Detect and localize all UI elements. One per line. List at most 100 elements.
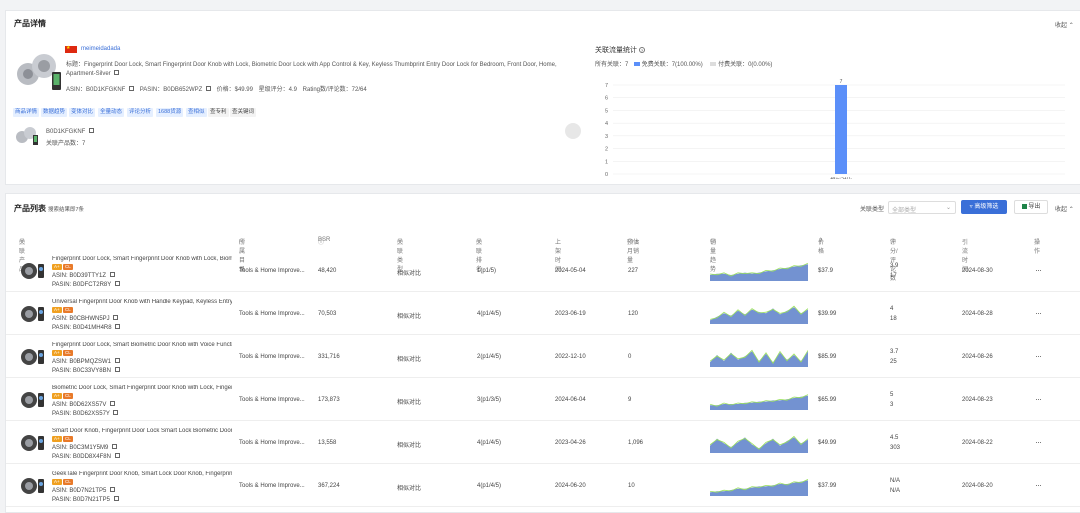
row-lead-date: 2024-08-23 bbox=[962, 397, 993, 403]
col-relation-type[interactable]: 关联类型 ⓘ bbox=[397, 237, 403, 273]
tag-patent-check[interactable]: 查专利 bbox=[208, 108, 229, 117]
product-thumbnail[interactable] bbox=[18, 298, 48, 328]
product-thumbnail[interactable] bbox=[18, 341, 48, 371]
copy-icon[interactable] bbox=[113, 315, 119, 320]
copy-icon[interactable] bbox=[114, 70, 120, 75]
row-monthly-sales[interactable]: 120 bbox=[628, 311, 638, 317]
row-rating[interactable]: 3.9 bbox=[890, 263, 898, 269]
copy-icon[interactable] bbox=[114, 453, 120, 458]
row-price[interactable]: $39.99 bbox=[818, 311, 836, 317]
tag-full-activity[interactable]: 全量动态 bbox=[98, 108, 125, 117]
row-rating[interactable]: 5 bbox=[890, 392, 893, 398]
chevron-up-icon: ⌃ bbox=[1068, 23, 1074, 29]
row-monthly-sales[interactable]: 10 bbox=[628, 483, 635, 489]
copy-icon[interactable] bbox=[112, 444, 118, 449]
product-thumbnail[interactable] bbox=[18, 427, 48, 457]
col-relation-rank[interactable]: 关联排名 ⓘ bbox=[476, 237, 482, 273]
row-sales-sparkline[interactable] bbox=[710, 390, 808, 410]
product-title-link[interactable]: Smart Door Knob, Fingerprint Door Lock S… bbox=[52, 428, 232, 434]
more-dots-icon[interactable]: ··· bbox=[1035, 265, 1042, 275]
product-title-link[interactable]: Universal Fingerprint Door Knob with Han… bbox=[52, 299, 232, 305]
product-image[interactable] bbox=[14, 44, 66, 96]
row-category: Tools & Home Improve... bbox=[239, 268, 305, 274]
product-detail-card: 产品详情 收起 ⌃ ★ meimeidadada 标题：Fingerprint … bbox=[5, 10, 1080, 185]
copy-icon[interactable] bbox=[205, 86, 211, 91]
row-price[interactable]: $85.99 bbox=[818, 354, 836, 360]
traffic-title: 关联流量统计 ? bbox=[595, 47, 645, 54]
row-reviews[interactable]: N/A bbox=[890, 488, 900, 494]
row-price[interactable]: $49.99 bbox=[818, 440, 836, 446]
table-row: Biometric Door Lock, Smart Fingerprint D… bbox=[6, 378, 1080, 421]
tag-find-similar[interactable]: 查相似 bbox=[186, 108, 207, 117]
product-thumbnail[interactable] bbox=[18, 470, 48, 500]
export-button[interactable]: 导出 bbox=[1014, 200, 1048, 214]
more-dots-icon[interactable]: ··· bbox=[1035, 351, 1042, 361]
asin-value: ASIN：B0D1KFGKNF bbox=[66, 87, 126, 93]
row-monthly-sales[interactable]: 0 bbox=[628, 354, 631, 360]
row-sales-sparkline[interactable] bbox=[710, 304, 808, 324]
detail-collapse-button[interactable]: 收起 ⌃ bbox=[1055, 20, 1074, 29]
col-sales-trend[interactable]: 销量趋势 ⓘ bbox=[710, 237, 716, 273]
col-price[interactable]: 价格 ⇕ bbox=[818, 237, 824, 255]
col-category[interactable]: 所属目录 ⓘ bbox=[239, 237, 245, 273]
product-title-link[interactable]: Fingerprint Door Lock, Smart Biometric D… bbox=[52, 342, 232, 348]
variant-count: 关联产品数：7 bbox=[46, 141, 86, 147]
row-monthly-sales[interactable]: 1,096 bbox=[628, 440, 643, 446]
row-reviews[interactable]: 18 bbox=[890, 316, 897, 322]
advanced-filter-button[interactable]: ▿ 高级筛选 bbox=[961, 200, 1007, 214]
row-rating[interactable]: 3.7 bbox=[890, 349, 898, 355]
list-collapse-button[interactable]: 收起 ⌃ bbox=[1055, 204, 1074, 213]
row-sales-sparkline[interactable] bbox=[710, 347, 808, 367]
row-reviews[interactable]: 25 bbox=[890, 359, 897, 365]
row-monthly-sales[interactable]: 227 bbox=[628, 268, 638, 274]
tag-1688-source[interactable]: 1688货源 bbox=[156, 108, 184, 117]
row-rating[interactable]: 4 bbox=[890, 306, 893, 312]
more-dots-icon[interactable]: ··· bbox=[1035, 480, 1042, 490]
row-relation-type: 相似对比 bbox=[397, 400, 422, 406]
copy-icon[interactable] bbox=[114, 281, 120, 286]
col-monthly-sales[interactable]: 预估月销量 ⓘ ⇕ bbox=[627, 237, 640, 264]
col-rating-reviews[interactable]: 评分/评论数 ⓘ bbox=[890, 237, 898, 282]
row-reviews[interactable]: 303 bbox=[890, 445, 900, 451]
tag-review-analysis[interactable]: 评论分析 bbox=[127, 108, 154, 117]
row-reviews[interactable]: 17 bbox=[890, 273, 897, 279]
copy-icon[interactable] bbox=[113, 496, 119, 501]
row-sales-sparkline[interactable] bbox=[710, 476, 808, 496]
row-sales-sparkline[interactable] bbox=[710, 433, 808, 453]
row-sales-sparkline[interactable] bbox=[710, 261, 808, 281]
variant-image[interactable] bbox=[14, 122, 40, 148]
row-price[interactable]: $65.99 bbox=[818, 397, 836, 403]
more-dots-icon[interactable]: ··· bbox=[1035, 308, 1042, 318]
copy-icon[interactable] bbox=[89, 128, 95, 133]
col-related-product[interactable]: 关联产品 ⓘ bbox=[19, 237, 25, 273]
copy-icon[interactable] bbox=[114, 358, 120, 363]
row-monthly-sales[interactable]: 9 bbox=[628, 397, 631, 403]
product-title-link[interactable]: GeekTale Fingerprint Door Knob, Smart Lo… bbox=[52, 471, 232, 477]
col-bsr[interactable]: BSR ⓘ bbox=[318, 237, 330, 246]
row-rating[interactable]: 4.5 bbox=[890, 435, 898, 441]
row-price[interactable]: $37.99 bbox=[818, 483, 836, 489]
more-dots-icon[interactable]: ··· bbox=[1035, 437, 1042, 447]
relation-type-select[interactable]: 全部类型 ⌄ bbox=[888, 201, 956, 214]
more-dots-icon[interactable]: ··· bbox=[1035, 394, 1042, 404]
tag-variant-compare[interactable]: 变体对比 bbox=[69, 108, 96, 117]
seller-name[interactable]: meimeidadada bbox=[81, 46, 120, 52]
copy-icon[interactable] bbox=[110, 487, 116, 492]
product-thumbnail[interactable] bbox=[18, 255, 48, 285]
copy-icon[interactable] bbox=[110, 401, 116, 406]
tag-product-detail[interactable]: 商品详情 bbox=[13, 108, 40, 117]
tag-data-trend[interactable]: 数据趋势 bbox=[41, 108, 68, 117]
scroll-indicator[interactable] bbox=[565, 123, 581, 139]
copy-icon[interactable] bbox=[115, 324, 121, 329]
tag-keyword-check[interactable]: 查关键词 bbox=[230, 108, 257, 117]
row-rating[interactable]: N/A bbox=[890, 478, 900, 484]
copy-icon[interactable] bbox=[129, 86, 135, 91]
row-reviews[interactable]: 3 bbox=[890, 402, 893, 408]
product-thumbnail[interactable] bbox=[18, 384, 48, 414]
copy-icon[interactable] bbox=[109, 272, 115, 277]
product-title-link[interactable]: Biometric Door Lock, Smart Fingerprint D… bbox=[52, 385, 232, 391]
row-price[interactable]: $37.9 bbox=[818, 268, 833, 274]
product-title-link[interactable]: Fingerprint Door Lock, Smart Fingerprint… bbox=[52, 256, 232, 262]
copy-icon[interactable] bbox=[113, 410, 119, 415]
copy-icon[interactable] bbox=[114, 367, 120, 372]
